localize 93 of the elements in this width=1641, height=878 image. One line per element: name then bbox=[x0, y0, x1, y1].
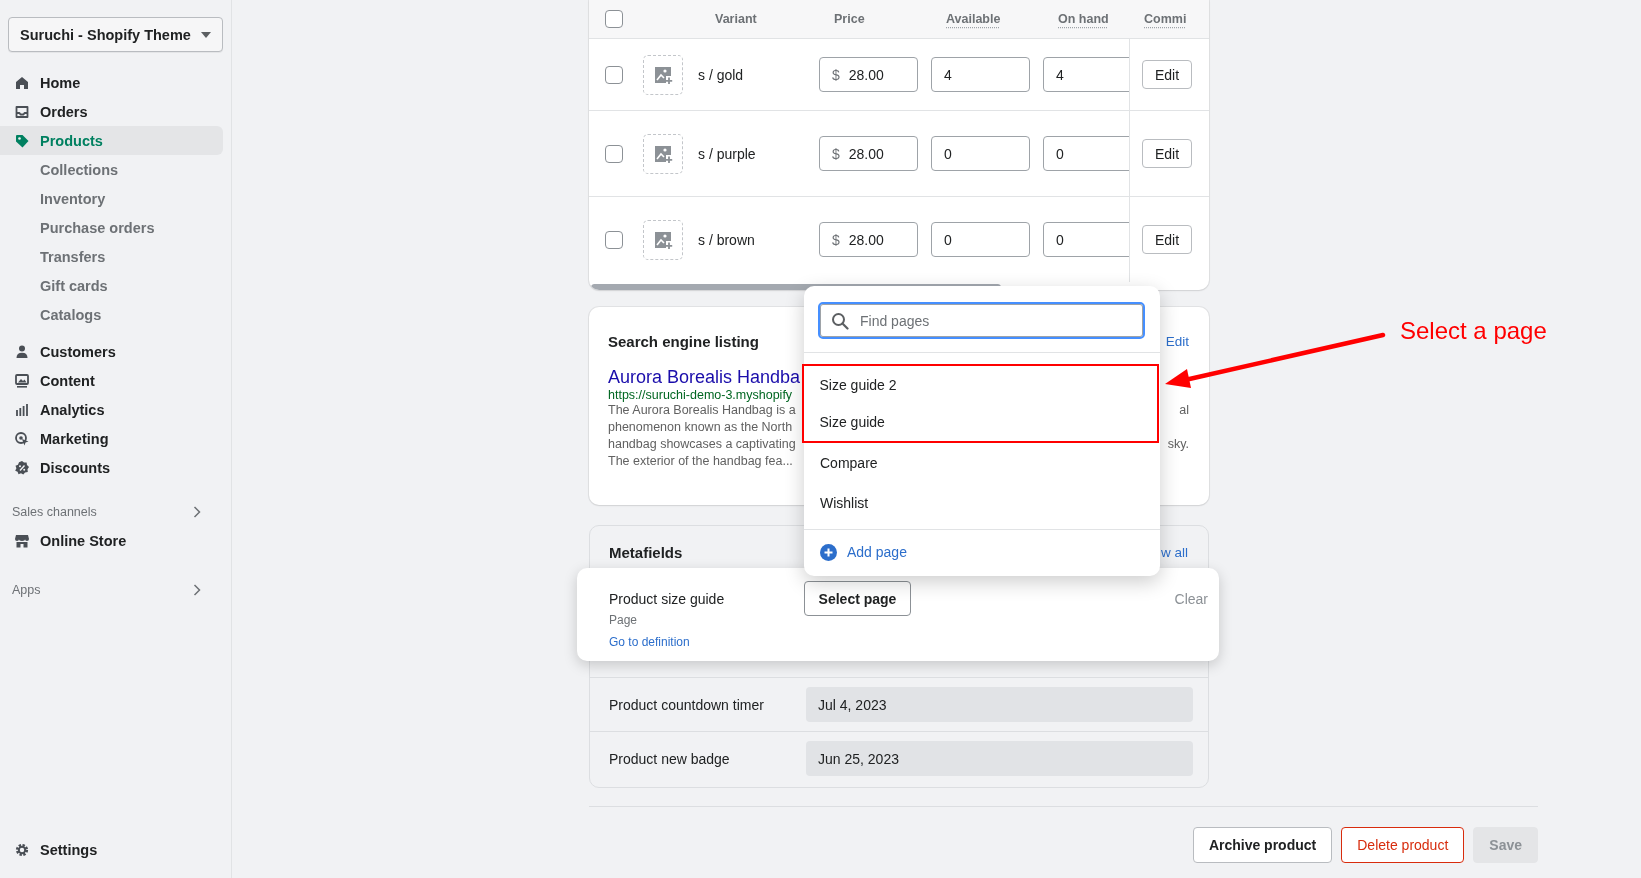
chevron-right-icon[interactable] bbox=[193, 584, 201, 596]
nav-subitem[interactable]: Collections bbox=[0, 155, 223, 184]
on-hand-field[interactable]: 0 bbox=[1043, 136, 1129, 171]
page-option[interactable]: Compare bbox=[804, 443, 1160, 483]
customers-icon bbox=[14, 343, 30, 360]
add-image-icon bbox=[653, 143, 673, 164]
price-field[interactable]: $ 28.00 bbox=[819, 222, 918, 257]
date-field[interactable]: Jul 4, 2023 bbox=[806, 687, 1193, 722]
on-hand-field[interactable]: 0 bbox=[1043, 222, 1129, 257]
annotation-text: Select a page bbox=[1400, 317, 1547, 345]
page-option[interactable]: Wishlist bbox=[804, 483, 1160, 523]
description-text: phenomenon known as the North bbox=[608, 419, 793, 436]
analytics-icon bbox=[14, 401, 30, 418]
search-icon bbox=[831, 312, 849, 330]
nav-subitem[interactable]: Gift cards bbox=[0, 271, 223, 300]
destructive-button[interactable]: Delete product bbox=[1341, 827, 1465, 863]
page-option[interactable]: Size guide 2 bbox=[804, 366, 1157, 404]
available-field[interactable]: 0 bbox=[931, 136, 1030, 171]
tag-icon bbox=[14, 132, 30, 149]
column-header: On hand bbox=[1058, 12, 1109, 26]
page-title-preview: Aurora Borealis Handba bbox=[608, 367, 801, 388]
metafield-label: Product new badge bbox=[609, 750, 731, 767]
nav-item[interactable]: Analytics bbox=[0, 395, 223, 424]
variant-name: s / gold bbox=[698, 66, 745, 83]
marketing-icon bbox=[14, 430, 30, 447]
column-header: Available bbox=[946, 12, 1001, 26]
available-field[interactable]: 0 bbox=[931, 222, 1030, 257]
edit-button[interactable]: Edit bbox=[1142, 60, 1192, 89]
add-page-link[interactable]: Add page bbox=[804, 530, 1160, 574]
available-field[interactable]: 4 bbox=[931, 57, 1030, 92]
checkbox[interactable] bbox=[605, 65, 623, 84]
nav-item[interactable]: Orders bbox=[0, 97, 223, 126]
section-label: Apps bbox=[12, 583, 41, 597]
price-field[interactable]: $ 28.00 bbox=[819, 57, 918, 92]
page-option[interactable]: Size guide bbox=[804, 403, 1157, 441]
description-text: The Aurora Borealis Handbag is a bbox=[608, 402, 796, 419]
secondary-button[interactable]: Archive product bbox=[1192, 827, 1333, 863]
add-image-placeholder[interactable] bbox=[643, 133, 683, 174]
description-text: al bbox=[1179, 402, 1189, 419]
price-field[interactable]: $ 28.00 bbox=[819, 136, 918, 171]
nav-item[interactable]: Settings bbox=[0, 835, 223, 864]
nav-item[interactable]: Content bbox=[0, 366, 223, 395]
description-text: handbag showcases a captivating bbox=[608, 436, 796, 453]
discounts-icon bbox=[14, 459, 30, 476]
nav-item[interactable]: Customers bbox=[0, 337, 223, 366]
column-header: Variant bbox=[715, 12, 757, 26]
add-image-icon bbox=[653, 64, 673, 85]
metafield-label: Product size guide bbox=[609, 591, 726, 607]
orders-icon bbox=[14, 103, 30, 120]
description-text: The exterior of the handbag fea... bbox=[608, 453, 793, 470]
nav-subitem[interactable]: Purchase orders bbox=[0, 213, 223, 242]
description-text: sky. bbox=[1167, 436, 1189, 453]
add-image-placeholder[interactable] bbox=[643, 54, 683, 95]
card-title: Search engine listing bbox=[608, 332, 759, 350]
nav-item[interactable]: Online Store bbox=[0, 526, 223, 555]
edit-link[interactable]: Edit bbox=[1165, 333, 1189, 349]
metafield-type: Page bbox=[609, 613, 639, 627]
checkbox[interactable] bbox=[605, 230, 623, 249]
view-all-link[interactable]: w all bbox=[1161, 544, 1188, 560]
add-image-icon bbox=[653, 229, 673, 250]
nav-subitem[interactable]: Inventory bbox=[0, 184, 223, 213]
definition-link[interactable]: Go to definition bbox=[609, 635, 690, 649]
store-icon bbox=[14, 532, 30, 549]
url-preview: https://suruchi-demo-3.myshopify bbox=[608, 388, 794, 402]
variant-name: s / brown bbox=[698, 231, 756, 248]
metafield-label: Product countdown timer bbox=[609, 696, 765, 713]
caret-icon bbox=[200, 31, 211, 38]
content-icon bbox=[14, 372, 30, 389]
nav-item[interactable]: Home bbox=[0, 68, 223, 97]
variant-name: s / purple bbox=[698, 145, 757, 162]
date-field[interactable]: Jun 25, 2023 bbox=[806, 741, 1193, 776]
home-icon bbox=[14, 74, 30, 91]
chevron-right-icon[interactable] bbox=[193, 506, 201, 518]
store-switcher[interactable]: Suruchi - Shopify Theme bbox=[8, 17, 223, 52]
card-title: Metafields bbox=[609, 543, 683, 561]
select-page-button[interactable]: Select page bbox=[804, 581, 911, 616]
gear-icon bbox=[14, 841, 30, 858]
column-header: Price bbox=[834, 12, 865, 26]
section-label: Sales channels bbox=[12, 505, 97, 519]
nav-subitem[interactable]: Transfers bbox=[0, 242, 223, 271]
nav-item[interactable]: Marketing bbox=[0, 424, 223, 453]
nav-subitem[interactable]: Catalogs bbox=[0, 300, 223, 329]
edit-button[interactable]: Edit bbox=[1142, 139, 1192, 168]
checkbox[interactable] bbox=[605, 144, 623, 163]
checkbox[interactable] bbox=[605, 10, 623, 28]
nav-item[interactable]: Discounts bbox=[0, 453, 223, 482]
nav-item[interactable]: Products bbox=[0, 126, 223, 155]
search-field[interactable]: Find pages bbox=[818, 302, 1145, 339]
edit-button[interactable]: Edit bbox=[1142, 225, 1192, 254]
on-hand-field[interactable]: 4 bbox=[1043, 57, 1129, 92]
plus-circle-icon bbox=[820, 543, 837, 561]
add-image-placeholder[interactable] bbox=[643, 219, 683, 260]
column-header: Commi bbox=[1144, 12, 1187, 26]
